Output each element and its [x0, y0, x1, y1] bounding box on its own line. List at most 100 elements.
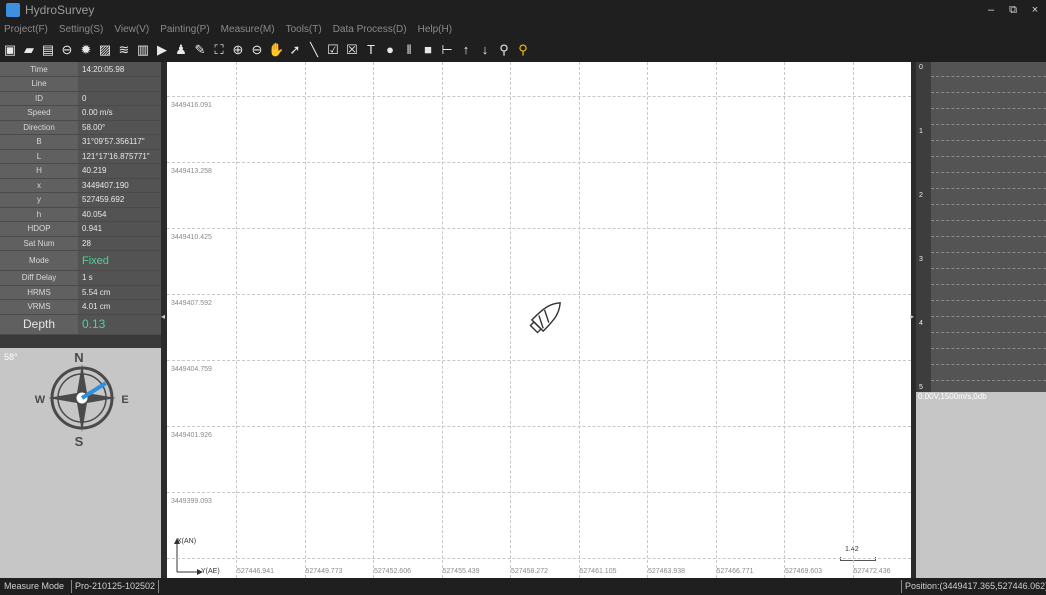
echo-gridline	[931, 188, 1046, 189]
x-axis-label: 527446.941	[237, 568, 274, 575]
echo-gridline	[931, 76, 1046, 77]
echo-gridline	[931, 364, 1046, 365]
grid-vline	[578, 62, 580, 578]
pause-icon[interactable]: ‖	[401, 42, 417, 58]
depth-tick-label: 2	[919, 192, 923, 199]
collapse-left-icon[interactable]: ◂	[161, 312, 165, 321]
stop-icon[interactable]: ■	[420, 42, 436, 58]
depth-tick-label: 5	[919, 384, 923, 391]
info-row-line: Line	[0, 76, 161, 92]
menu-data-process[interactable]: Data Process(D)	[333, 24, 407, 35]
minimize-button[interactable]: –	[980, 4, 1002, 16]
echo-gridline	[931, 172, 1046, 173]
info-table: Time 14:20:05.98 Line ID 0 Speed 0.00 m/s D…	[0, 62, 161, 335]
close-button[interactable]: ×	[1024, 4, 1046, 16]
record-icon[interactable]: ▶	[154, 42, 170, 58]
menu-painting[interactable]: Painting(P)	[160, 24, 209, 35]
grid-vline	[236, 62, 237, 578]
info-row-y: y 527459.692	[0, 192, 161, 208]
grid-vline	[647, 62, 648, 578]
settings-icon[interactable]: ✹	[78, 42, 94, 58]
info-row-l: L 121°17'16.875771"	[0, 149, 161, 164]
point-icon[interactable]: ●	[382, 42, 398, 58]
pin-icon[interactable]: ⚲	[496, 42, 512, 58]
grid-hline	[167, 426, 911, 427]
status-bar: Measure Mode Pro-210125-102502 Position:…	[0, 578, 1046, 595]
echo-gridline	[931, 316, 1046, 317]
x-axis-label: 527452.606	[374, 568, 411, 575]
echogram: 0 1 2 3 4 5	[916, 62, 1046, 392]
y-axis-label: 3449416.091	[171, 102, 212, 109]
edit-check-icon[interactable]: ☑	[325, 42, 341, 58]
x-axis-label: 527466.771	[716, 568, 754, 575]
text-tool-icon[interactable]: T	[363, 42, 379, 58]
depth-tick-label: 0	[919, 64, 923, 71]
echo-gridline	[931, 124, 1046, 125]
select-arrow-icon[interactable]: ➚	[287, 42, 303, 58]
depth-tick-label: 4	[919, 320, 923, 327]
echo-gridline	[931, 236, 1046, 237]
map-canvas[interactable]: X(AN) Y(AE) 1.42 3449416.091 3449413.258 3…	[167, 62, 911, 578]
info-row-h-lower: h 40.054	[0, 207, 161, 222]
status-project: Pro-210125-102502	[75, 581, 156, 591]
info-row-speed: Speed 0.00 m/s	[0, 105, 161, 121]
waves-icon[interactable]: ≋	[116, 42, 132, 58]
echo-gridline	[931, 220, 1046, 221]
arrow-down-icon[interactable]: ↓	[477, 42, 493, 58]
collapse-right-icon[interactable]: ▸	[910, 312, 914, 321]
arrow-up-icon[interactable]: ↑	[458, 42, 474, 58]
link-icon[interactable]: ⊖	[59, 42, 75, 58]
edit-box-icon[interactable]: ✎	[192, 42, 208, 58]
grid-hline	[167, 162, 911, 163]
status-divider	[901, 580, 902, 593]
zoom-in-icon[interactable]: ⊕	[230, 42, 246, 58]
info-row-mode: Mode Fixed	[0, 250, 161, 271]
menu-tools[interactable]: Tools(T)	[286, 24, 322, 35]
info-row-time: Time 14:20:05.98	[0, 62, 161, 77]
grid-vline	[510, 62, 511, 578]
fit-view-icon[interactable]: ⛶	[211, 42, 227, 58]
survey-person-icon[interactable]: ♟	[173, 42, 189, 58]
x-axis-label: 527469.603	[785, 568, 822, 575]
info-row-b: B 31°09'57.356117"	[0, 134, 161, 150]
grid-vline	[304, 62, 306, 578]
y-axis-label: 3449410.425	[171, 234, 212, 241]
status-mode: Measure Mode	[4, 581, 65, 591]
menu-help[interactable]: Help(H)	[418, 24, 452, 35]
depth-tick-label: 3	[919, 256, 923, 263]
x-axis-label: 527455.439	[442, 568, 480, 575]
echo-gridline	[931, 252, 1046, 253]
draw-line-icon[interactable]: ╲	[306, 42, 322, 58]
info-row-depth: Depth 0.13	[0, 314, 161, 335]
new-project-icon[interactable]: ▣	[2, 42, 18, 58]
menu-project[interactable]: Project(F)	[4, 24, 48, 35]
pin-accent-icon[interactable]: ⚲	[515, 42, 531, 58]
edit-box-2-icon[interactable]: ☒	[344, 42, 360, 58]
grid-hline	[167, 294, 911, 295]
echo-gridline	[931, 284, 1046, 285]
y-axis-label: 3449404.759	[171, 366, 212, 373]
menu-measure[interactable]: Measure(M)	[221, 24, 275, 35]
info-row-id: ID 0	[0, 91, 161, 106]
echo-gridline	[931, 204, 1046, 205]
measure-width-icon[interactable]: ⊢	[439, 42, 455, 58]
x-axis-label: 527458.272	[511, 568, 548, 575]
grid-vline	[852, 62, 854, 578]
maximize-button[interactable]: ⧉	[1002, 4, 1024, 17]
depth-value: 0.13	[78, 314, 161, 335]
grid-vline	[784, 62, 785, 578]
save-icon[interactable]: ▤	[40, 42, 56, 58]
image-icon[interactable]: ▨	[97, 42, 113, 58]
zoom-out-icon[interactable]: ⊖	[249, 42, 265, 58]
info-row-diffdelay: Diff Delay 1 s	[0, 270, 161, 286]
document-icon[interactable]: ▥	[135, 42, 151, 58]
mode-value: Fixed	[78, 250, 161, 271]
pan-hand-icon[interactable]: ✋	[268, 42, 284, 58]
x-axis-label: 527461.105	[579, 568, 617, 575]
grid-vline	[441, 62, 443, 578]
open-project-icon[interactable]: ▰	[21, 42, 37, 58]
menu-setting[interactable]: Setting(S)	[59, 24, 103, 35]
menu-view[interactable]: View(V)	[114, 24, 149, 35]
app-logo-icon	[6, 3, 20, 17]
grid-vline	[715, 62, 717, 578]
